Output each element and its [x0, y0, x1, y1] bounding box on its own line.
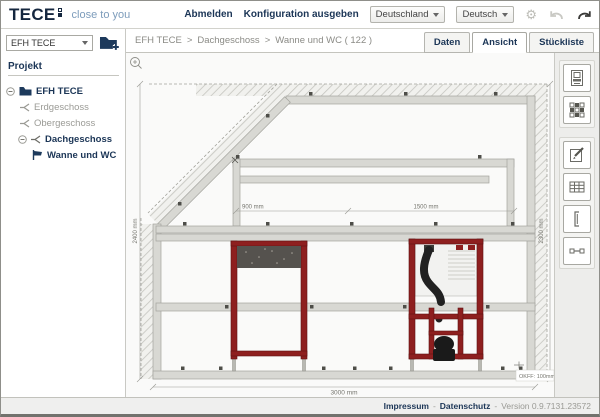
tree-label: Obergeschoss — [34, 118, 95, 129]
horizontal-rail-button[interactable] — [563, 237, 591, 265]
dim-right-label: 2300 mm — [539, 218, 545, 243]
gear-icon[interactable]: ⚙ — [525, 8, 537, 21]
tree-item-root[interactable]: EFH TECE — [1, 83, 125, 99]
redo-icon[interactable] — [576, 8, 593, 21]
dim-bottom-label: 3000 mm — [330, 390, 357, 397]
zoom-icon[interactable] — [131, 58, 142, 69]
country-select-value: Deutschland — [376, 9, 429, 20]
chevron-down-icon — [433, 13, 439, 17]
vertical-profile-button[interactable] — [563, 205, 591, 233]
collapse-icon[interactable] — [18, 135, 27, 144]
tree-item-wanne-und-wc[interactable]: Wanne und WC — [1, 147, 125, 163]
project-dropdown-value: EFH TECE — [11, 38, 55, 48]
folder-icon — [19, 86, 32, 96]
breadcrumb: EFH TECE > Dachgeschoss > Wanne und WC (… — [135, 35, 372, 46]
tree-label: EFH TECE — [36, 86, 83, 97]
branch-icon — [20, 119, 30, 128]
tree-item-obergeschoss[interactable]: Obergeschoss — [1, 115, 125, 131]
status-bar: Impressum - Datenschutz - Version 0.9.71… — [1, 397, 599, 414]
logo-tagline: close to you — [72, 9, 131, 21]
dim-inner-left-label: 900 mm — [242, 205, 264, 211]
dimension-inner — [233, 208, 517, 214]
add-project-icon[interactable] — [99, 34, 121, 51]
tree-label: Erdgeschoss — [34, 102, 89, 113]
privacy-link[interactable]: Datenschutz — [440, 401, 491, 411]
frame-module-icon — [568, 69, 586, 87]
tab-ansicht[interactable]: Ansicht — [472, 32, 527, 53]
breadcrumb-project[interactable]: EFH TECE — [135, 35, 182, 46]
undo-icon[interactable] — [548, 8, 565, 21]
edit-button[interactable] — [563, 141, 591, 169]
chevron-down-icon — [82, 41, 88, 45]
tree-item-erdgeschoss[interactable]: Erdgeschoss — [1, 99, 125, 115]
flag-icon — [32, 150, 43, 160]
branch-icon — [20, 103, 30, 112]
parts-table-button[interactable] — [563, 173, 591, 201]
breadcrumb-separator: > — [187, 35, 193, 46]
breadcrumb-bar: EFH TECE > Dachgeschoss > Wanne und WC (… — [126, 29, 599, 53]
project-dropdown[interactable]: EFH TECE — [6, 35, 93, 51]
language-select-value: Deutsch — [462, 9, 497, 20]
language-select[interactable]: Deutsch — [456, 6, 514, 23]
project-tree: EFH TECE Erdgeschoss Obergeschoss Dachge… — [1, 83, 125, 163]
print-config-link[interactable]: Konfiguration ausgeben — [244, 9, 359, 20]
frame-module-button[interactable] — [563, 64, 591, 92]
drawing-canvas[interactable]: 2400 mm 2300 mm 3000 mm — [126, 53, 554, 397]
edit-icon — [568, 146, 586, 164]
branch-icon — [31, 135, 41, 144]
grid-layout-icon — [568, 101, 586, 119]
logout-link[interactable]: Abmelden — [184, 9, 232, 20]
tree-label: Dachgeschoss — [45, 134, 112, 145]
collapse-icon[interactable] — [6, 87, 15, 96]
view-tabs: Daten Ansicht Stückliste — [424, 32, 594, 53]
breadcrumb-floor[interactable]: Dachgeschoss — [197, 35, 259, 46]
dim-inner-right-label: 1500 mm — [413, 205, 438, 211]
breadcrumb-room: Wanne und WC ( 122 ) — [275, 35, 372, 46]
grid-layout-button[interactable] — [563, 96, 591, 124]
mounting-plate — [237, 246, 301, 268]
project-section-title: Projekt — [8, 61, 119, 76]
dim-left-label: 2400 mm — [133, 218, 139, 243]
floor-note-label: OKFF: 100mm — [519, 374, 554, 380]
tece-logo: TECE close to you — [9, 6, 130, 23]
logo-mark-icon — [58, 8, 62, 17]
country-select[interactable]: Deutschland — [370, 6, 446, 23]
horizontal-rail-icon — [568, 242, 586, 260]
project-sidebar: EFH TECE Projekt EFH TECE — [1, 29, 126, 397]
vertical-profile-icon — [568, 210, 586, 228]
tab-stueckliste[interactable]: Stückliste — [529, 32, 594, 53]
breadcrumb-separator: > — [265, 35, 271, 46]
parts-table-icon — [568, 178, 586, 196]
app-window: TECE close to you Abmelden Konfiguration… — [0, 0, 600, 417]
tree-item-dachgeschoss[interactable]: Dachgeschoss — [1, 131, 125, 147]
tool-palette — [554, 53, 599, 397]
chevron-down-icon — [502, 13, 508, 17]
imprint-link[interactable]: Impressum — [384, 401, 429, 411]
header: TECE close to you Abmelden Konfiguration… — [1, 1, 599, 29]
logo-text: TECE — [9, 6, 56, 23]
footer-separator: - — [494, 401, 497, 411]
dimension-right — [547, 81, 553, 382]
footer-separator: - — [433, 401, 436, 411]
tab-daten[interactable]: Daten — [424, 32, 470, 53]
version-label: Version 0.9.7131.23572 — [501, 401, 591, 411]
tree-label: Wanne und WC — [47, 150, 116, 161]
